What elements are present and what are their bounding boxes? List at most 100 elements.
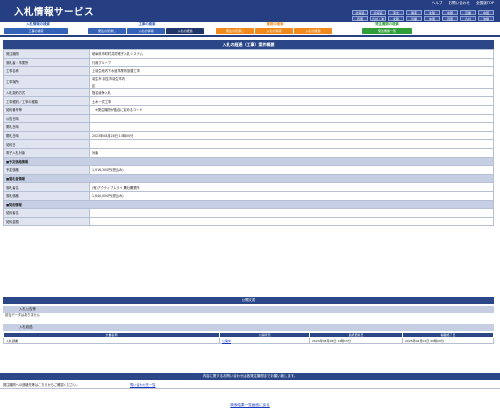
subsection-header: ■予定価格情報 — [3, 156, 494, 167]
document-open-link[interactable]: 公開中 — [219, 337, 310, 344]
subsection-title: ■契約情報 — [3, 199, 494, 210]
detail-table: 発注機関 岐阜県市町村共同電子入札システム 落札者・事業所 行政グループ 工事名称上… — [3, 49, 494, 227]
tab-forecast[interactable]: 発注の見通し — [216, 28, 254, 34]
tab-bid-progress-active[interactable]: 入札の経過 — [166, 28, 204, 34]
row-value-extra: 区 — [92, 83, 96, 88]
tab-group-construction: 工事の検索 発注の見通し 入札の情報 入札の経過 — [88, 22, 206, 36]
documents-table: 文書名称 公開状況 最終更新日 掲載終了日 入札調書 公開中 2023年08月2… — [3, 332, 494, 344]
row-value: (有)アクティブムライ 鷹社鷹業所 — [89, 182, 494, 192]
back-to-results-link[interactable]: 検索結果一覧画面に戻る — [0, 403, 500, 408]
region-link[interactable]: 近畿 — [406, 16, 422, 21]
footer-contact-row: 発注機関への連絡先等はこちらからご確認ください。 問い合わせ先一覧 — [0, 380, 500, 389]
row-value: 岐阜県市町村共同電子入札システム — [89, 49, 494, 59]
document-updated: 2023年08月28日 13時15分 — [309, 337, 403, 344]
subsection-header: ■契約情報 — [3, 199, 494, 210]
row-value: 羽生市 羽生市羽生市内 — [92, 76, 125, 81]
row-value: 土木一式工事 — [89, 96, 494, 106]
region-link[interactable]: 近畿 — [460, 10, 476, 15]
tab-bid-progress[interactable]: 入札の経過 — [294, 28, 332, 34]
row-label: 契約者名 — [3, 208, 90, 218]
region-link[interactable]: 中国 — [478, 10, 494, 15]
row-label: 予定価格 — [3, 165, 90, 175]
tab-bid-info[interactable]: 入札の情報 — [255, 28, 293, 34]
region-link[interactable]: 九州・沖縄 — [370, 16, 386, 26]
region-link[interactable]: 九州 — [460, 16, 476, 21]
row-label: 電子入札対象 — [3, 147, 90, 158]
table-row: 契約金額 — [3, 216, 494, 227]
region-link[interactable]: 北海道 — [370, 10, 386, 15]
row-value: 指名競争入札 — [89, 87, 494, 98]
table-row: 開札日時 2023年08月28日 13時00分 — [3, 130, 494, 141]
tab-group-service: 業務の検索 発注の見通し 入札の情報 入札の経過 — [216, 22, 334, 36]
region-link[interactable]: 北海道 — [352, 10, 368, 15]
bid-notice-header: 入札公告等 — [3, 306, 494, 313]
region-link[interactable]: 関東 — [406, 10, 422, 15]
table-row: 工事種別／工事の種類 土木一式工事 — [3, 96, 494, 106]
table-row: 電子入札対象 対象 — [3, 147, 494, 158]
table-row: 工事名称 上羽生地内下水道事業布設替工事 — [3, 66, 494, 76]
region-link[interactable]: 北陸 — [424, 10, 440, 15]
tab-bid-info[interactable]: 入札の情報 — [127, 28, 165, 34]
table-row: 公告日時 — [3, 113, 494, 124]
row-label: 落札者名 — [3, 182, 90, 192]
tab-forecast[interactable]: 発注の見通し — [88, 28, 126, 34]
top-links: ヘルプ お問い合わせ 全国版TOP — [432, 1, 494, 6]
row-value — [89, 139, 494, 149]
contact-list-link[interactable]: 問い合わせ先一覧 — [130, 382, 156, 387]
tab-group-title: 入札情報の検索 — [26, 22, 50, 26]
national-top-link[interactable]: 全国版TOP — [476, 1, 494, 6]
row-label: 開札日時 — [3, 122, 90, 132]
region-links: 北海道 北海道 東北 関東 北陸 中部 近畿 中国 四国 九州・沖縄 北陸 近畿… — [352, 10, 494, 26]
contact-link[interactable]: お問い合わせ — [448, 1, 470, 6]
footer-contact-text: 発注機関への連絡先等はこちらからご確認ください。 — [3, 382, 80, 387]
bid-detail-panel: 入札の経過（工事）案件概要 発注機関 岐阜県市町村共同電子入札システム 落札者・事… — [3, 40, 494, 227]
tab-bar: 入札情報の検索 工事の検索 工事の検索 発注の見通し 入札の情報 入札の経過 業… — [0, 22, 500, 36]
public-documents-title: 公開文書 — [3, 297, 494, 304]
row-label: 工事場所 — [3, 74, 90, 89]
region-link[interactable]: 四国 — [442, 16, 458, 21]
row-value: 行政グループ — [89, 57, 494, 68]
help-link[interactable]: ヘルプ — [432, 1, 443, 6]
table-row: 落札者名 (有)アクティブムライ 鷹社鷹業所 — [3, 182, 494, 192]
tab-group-title: 工事の検索 — [138, 22, 156, 26]
document-name: 入札調書 — [3, 337, 220, 344]
region-link[interactable]: 東北 — [388, 10, 404, 15]
table-row: 契約番号等 ※発注機関が独自に定めるコード — [3, 104, 494, 115]
row-label: 契約番号等 — [3, 104, 90, 115]
row-value: 対象 — [89, 147, 494, 158]
region-link[interactable]: 四国 — [352, 16, 368, 21]
row-label: 発注機関 — [3, 49, 90, 59]
subsection-header: ■落札者情報 — [3, 173, 494, 184]
tab-group-title: 発注機関の検索 — [375, 22, 399, 26]
tab-construction-search[interactable]: 工事の検索 — [4, 28, 68, 34]
row-value: 1,916,200円(税込み) — [89, 165, 494, 175]
table-row: 開札日時 — [3, 122, 494, 132]
row-label: 工事名称 — [3, 66, 90, 76]
row-value: ※発注機関が独自に定めるコード — [89, 104, 494, 115]
tab-group-title: 業務の検索 — [266, 22, 284, 26]
public-documents-panel: 公開文書 入札公告等 該当データはありません 入札経過 文書名称 公開状況 最終… — [3, 297, 494, 344]
region-link[interactable]: 北陸 — [388, 16, 404, 21]
table-row: 落札価格 1,640,000円(税込み) — [3, 190, 494, 201]
row-label: 契約金額 — [3, 216, 90, 227]
region-link[interactable]: 中国 — [424, 16, 440, 21]
row-label: 工事種別／工事の種類 — [3, 96, 90, 106]
no-data-message: 該当データはありません — [5, 313, 40, 317]
table-row: 工事場所 羽生市 羽生市羽生市内区 — [3, 74, 494, 89]
row-value — [89, 122, 494, 132]
subsection-title: ■落札者情報 — [3, 173, 494, 184]
table-row: 入札契約方式 指名競争入札 — [3, 87, 494, 98]
tab-group-search: 入札情報の検索 工事の検索 — [4, 22, 72, 36]
tab-agency-list[interactable]: 発注機関一覧 — [362, 28, 412, 34]
app-header: 入札情報サービス ヘルプ お問い合わせ 全国版TOP 北海道 北海道 東北 関東… — [0, 0, 500, 26]
region-link[interactable]: 沖縄 — [478, 16, 494, 21]
row-label: 公告日時 — [3, 113, 90, 124]
table-row: 契約日 — [3, 139, 494, 149]
region-link[interactable]: 中部 — [442, 10, 458, 15]
subsection-title: ■予定価格情報 — [3, 156, 494, 167]
table-row: 契約者名 — [3, 208, 494, 218]
row-label: 落札者・事業所 — [3, 57, 90, 68]
row-value: 1,640,000円(税込み) — [89, 190, 494, 201]
row-value — [89, 208, 494, 218]
app-title: 入札情報サービス — [14, 7, 95, 18]
